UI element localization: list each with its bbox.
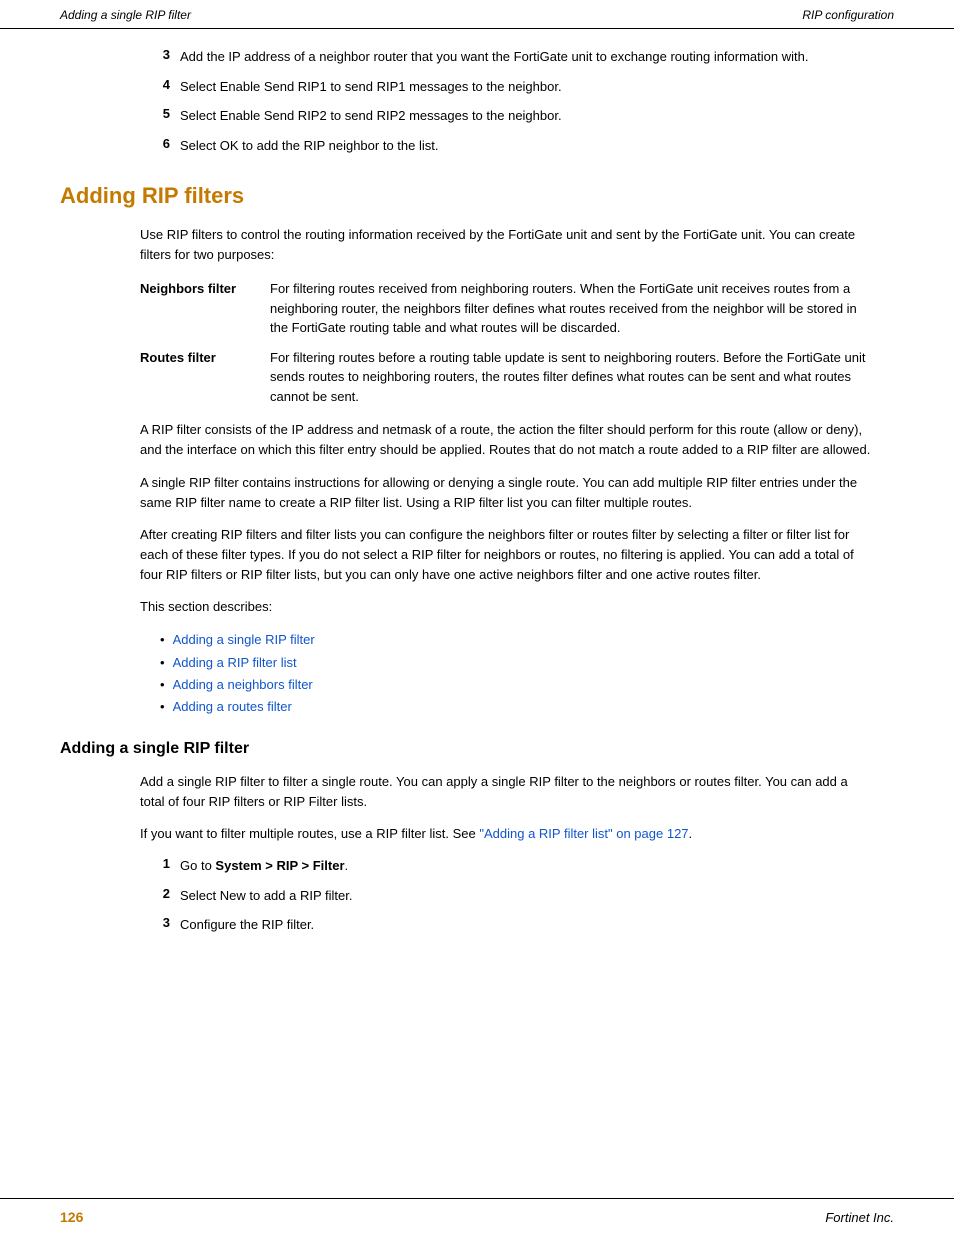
step-number: 1 <box>140 856 170 871</box>
definition-table: Neighbors filter For filtering routes re… <box>140 279 874 406</box>
link-rip-filter-list[interactable]: Adding a RIP filter list <box>173 652 297 674</box>
footer-company: Fortinet Inc. <box>825 1210 894 1225</box>
item-number: 6 <box>140 136 170 151</box>
paragraph-1: A RIP filter consists of the IP address … <box>140 420 874 460</box>
page-footer: 126 Fortinet Inc. <box>0 1198 954 1235</box>
sub-para-2-prefix: If you want to filter multiple routes, u… <box>140 826 479 841</box>
item-text: Add the IP address of a neighbor router … <box>180 47 874 67</box>
step-bold: System > RIP > Filter <box>215 858 344 873</box>
header-left: Adding a single RIP filter <box>60 8 191 22</box>
item-number: 5 <box>140 106 170 121</box>
main-content: 3 Add the IP address of a neighbor route… <box>0 47 954 975</box>
step-2: 2 Select New to add a RIP filter. <box>140 886 874 906</box>
sub-section-content: Add a single RIP filter to filter a sing… <box>140 772 874 935</box>
sub-para-1: Add a single RIP filter to filter a sing… <box>140 772 874 812</box>
def-term-routes: Routes filter <box>140 348 270 368</box>
item-text: Select OK to add the RIP neighbor to the… <box>180 136 874 156</box>
intro-paragraph: Use RIP filters to control the routing i… <box>140 225 874 265</box>
paragraph-4: This section describes: <box>140 597 874 617</box>
paragraph-3: After creating RIP filters and filter li… <box>140 525 874 585</box>
item-number: 4 <box>140 77 170 92</box>
step-text: Go to System > RIP > Filter. <box>180 856 874 876</box>
link-routes-filter[interactable]: Adding a routes filter <box>173 696 292 718</box>
item-number: 3 <box>140 47 170 62</box>
list-item: Adding a routes filter <box>160 696 874 718</box>
links-list: Adding a single RIP filter Adding a RIP … <box>160 629 874 717</box>
item-text: Select Enable Send RIP1 to send RIP1 mes… <box>180 77 874 97</box>
def-desc-routes: For filtering routes before a routing ta… <box>270 348 874 407</box>
numbered-item: 5 Select Enable Send RIP2 to send RIP2 m… <box>140 106 874 126</box>
numbered-item: 3 Add the IP address of a neighbor route… <box>140 47 874 67</box>
step-1: 1 Go to System > RIP > Filter. <box>140 856 874 876</box>
list-item: Adding a RIP filter list <box>160 652 874 674</box>
main-section-content: Use RIP filters to control the routing i… <box>140 225 874 718</box>
numbered-item: 6 Select OK to add the RIP neighbor to t… <box>140 136 874 156</box>
step-3: 3 Configure the RIP filter. <box>140 915 874 935</box>
step-number: 2 <box>140 886 170 901</box>
step-text: Configure the RIP filter. <box>180 915 874 935</box>
paragraph-2: A single RIP filter contains instruction… <box>140 473 874 513</box>
section-title: Adding RIP filters <box>60 183 894 209</box>
list-item: Adding a single RIP filter <box>160 629 874 651</box>
step-number: 3 <box>140 915 170 930</box>
sub-para-2-link[interactable]: "Adding a RIP filter list" on page 127 <box>479 826 688 841</box>
numbered-item: 4 Select Enable Send RIP1 to send RIP1 m… <box>140 77 874 97</box>
link-single-rip-filter[interactable]: Adding a single RIP filter <box>173 629 315 651</box>
sub-section-title: Adding a single RIP filter <box>60 740 894 758</box>
list-item: Adding a neighbors filter <box>160 674 874 696</box>
sub-para-2: If you want to filter multiple routes, u… <box>140 824 874 844</box>
step-text: Select New to add a RIP filter. <box>180 886 874 906</box>
def-desc-neighbors: For filtering routes received from neigh… <box>270 279 874 338</box>
item-text: Select Enable Send RIP2 to send RIP2 mes… <box>180 106 874 126</box>
intro-items: 3 Add the IP address of a neighbor route… <box>140 47 874 155</box>
page-header: Adding a single RIP filter RIP configura… <box>0 0 954 29</box>
link-neighbors-filter[interactable]: Adding a neighbors filter <box>173 674 313 696</box>
footer-page-number: 126 <box>60 1209 83 1225</box>
definition-row: Neighbors filter For filtering routes re… <box>140 279 874 338</box>
header-right: RIP configuration <box>802 8 894 22</box>
def-term-neighbors: Neighbors filter <box>140 279 270 299</box>
definition-row: Routes filter For filtering routes befor… <box>140 348 874 407</box>
sub-para-2-suffix: . <box>689 826 693 841</box>
page: Adding a single RIP filter RIP configura… <box>0 0 954 1235</box>
